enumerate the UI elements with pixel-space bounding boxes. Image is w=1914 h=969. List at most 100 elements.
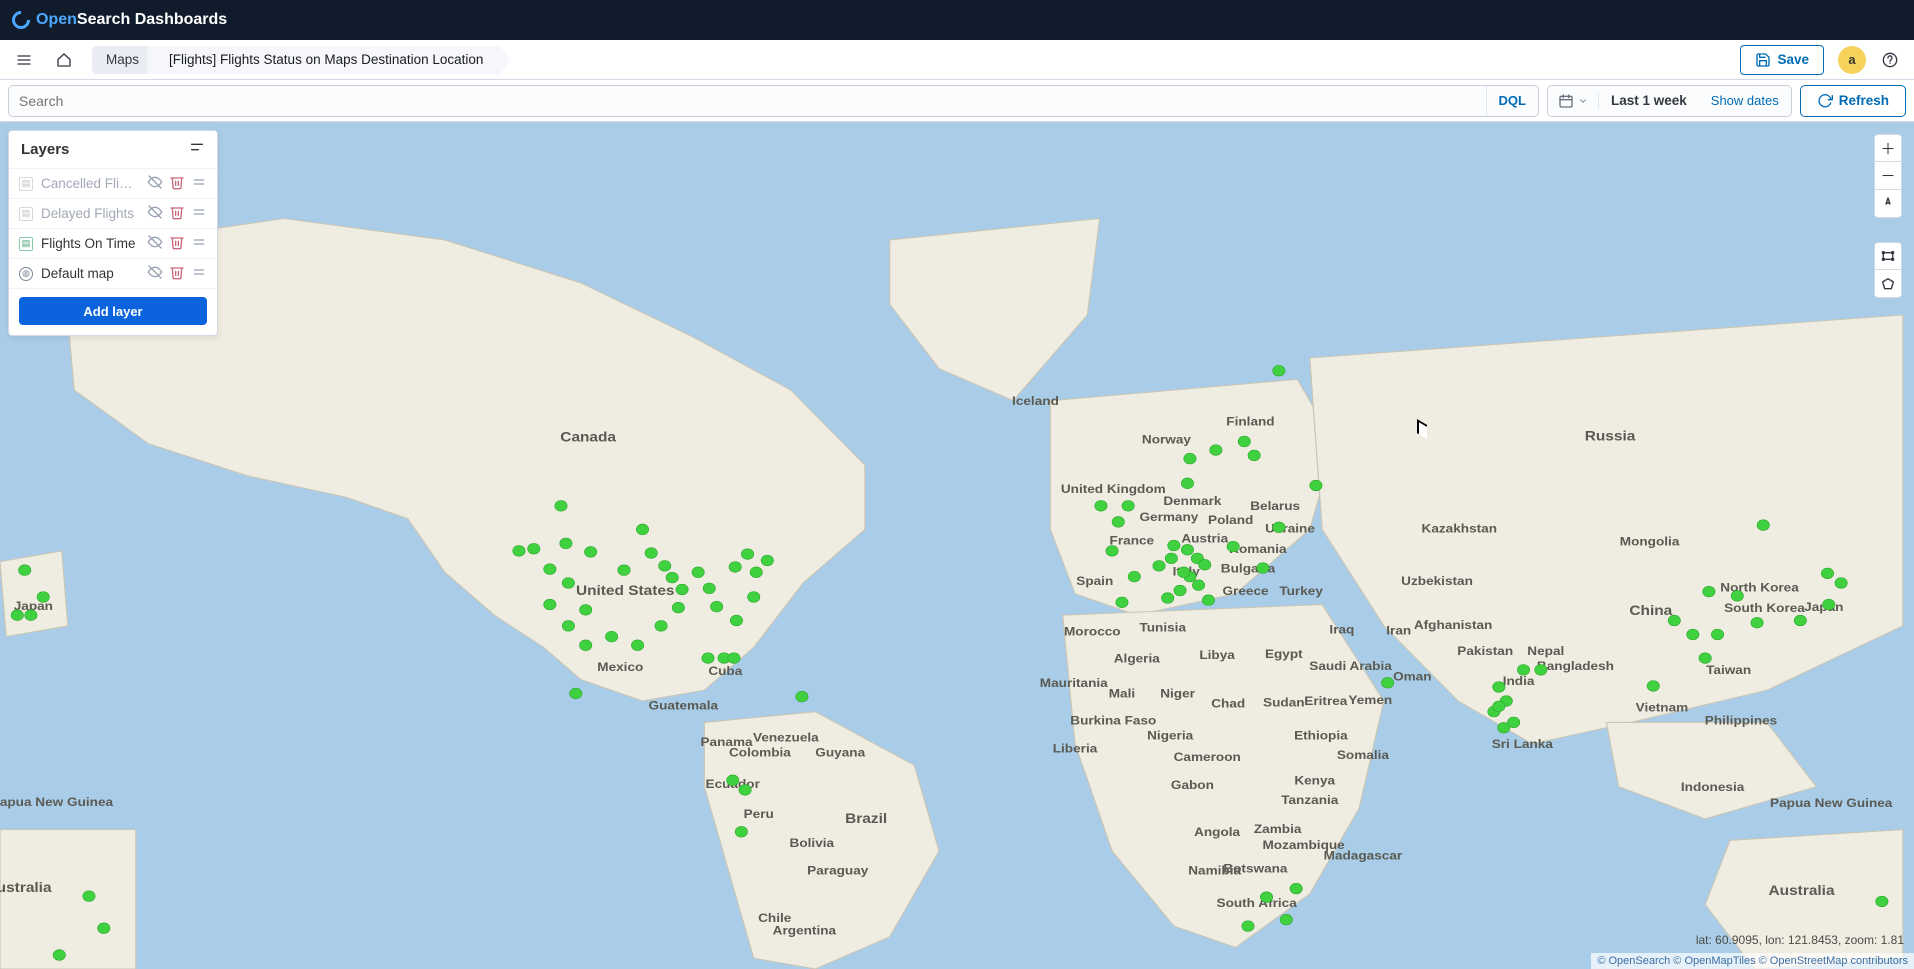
flight-point[interactable] [584, 547, 596, 558]
date-picker[interactable]: Last 1 week Show dates [1547, 85, 1792, 117]
flight-point[interactable] [1174, 585, 1186, 596]
flight-point[interactable] [1821, 568, 1833, 579]
flight-point[interactable] [37, 592, 49, 603]
flight-point[interactable] [605, 631, 617, 642]
flight-point[interactable] [1711, 629, 1723, 640]
toggle-visibility-button[interactable] [147, 234, 163, 253]
layer-row[interactable]: ◍Default map [9, 259, 217, 289]
flight-point[interactable] [1535, 665, 1547, 676]
flight-point[interactable] [1835, 578, 1847, 589]
flight-point[interactable] [636, 524, 648, 535]
flight-point[interactable] [729, 562, 741, 573]
flight-point[interactable] [570, 688, 582, 699]
flight-point[interactable] [728, 653, 740, 664]
flight-point[interactable] [555, 500, 567, 511]
flight-point[interactable] [703, 583, 715, 594]
zoom-in-button[interactable]: ＋ [1874, 134, 1902, 162]
flight-point[interactable] [735, 826, 747, 837]
drag-handle[interactable] [191, 264, 207, 283]
brand-logo[interactable]: OpenSearch Dashboards [12, 11, 227, 29]
flight-point[interactable] [618, 565, 630, 576]
delete-layer-button[interactable] [169, 174, 185, 193]
show-dates-link[interactable]: Show dates [1699, 93, 1791, 108]
search-box[interactable]: DQL [8, 85, 1539, 117]
flight-point[interactable] [739, 785, 751, 796]
reset-bearing-button[interactable] [1874, 190, 1902, 218]
flight-point[interactable] [1161, 593, 1173, 604]
flight-point[interactable] [1128, 571, 1140, 582]
date-range-label[interactable]: Last 1 week [1599, 93, 1699, 108]
flight-point[interactable] [580, 604, 592, 615]
zoom-out-button[interactable]: － [1874, 162, 1902, 190]
flight-point[interactable] [580, 640, 592, 651]
flight-point[interactable] [1794, 615, 1806, 626]
flight-point[interactable] [544, 599, 556, 610]
flight-point[interactable] [741, 549, 753, 560]
flight-point[interactable] [1165, 553, 1177, 564]
flight-point[interactable] [560, 538, 572, 549]
layers-collapse-button[interactable] [189, 139, 205, 160]
flight-point[interactable] [11, 610, 23, 621]
flight-point[interactable] [562, 578, 574, 589]
flight-point[interactable] [1181, 478, 1193, 489]
delete-layer-button[interactable] [169, 234, 185, 253]
flight-point[interactable] [1668, 615, 1680, 626]
flight-point[interactable] [1199, 559, 1211, 570]
flight-point[interactable] [1757, 520, 1769, 531]
flight-point[interactable] [1168, 540, 1180, 551]
flight-point[interactable] [631, 640, 643, 651]
flight-point[interactable] [53, 950, 65, 961]
flight-point[interactable] [761, 555, 773, 566]
flight-point[interactable] [1703, 586, 1715, 597]
flight-point[interactable] [1227, 541, 1239, 552]
flight-point[interactable] [1106, 546, 1118, 557]
flight-point[interactable] [666, 572, 678, 583]
layer-row[interactable]: ▤Flights On Time [9, 229, 217, 259]
flight-point[interactable] [25, 610, 37, 621]
flight-point[interactable] [1178, 567, 1190, 578]
flight-point[interactable] [659, 561, 671, 572]
flight-point[interactable] [1122, 500, 1134, 511]
flight-point[interactable] [1210, 445, 1222, 456]
flight-point[interactable] [1192, 580, 1204, 591]
flight-point[interactable] [1310, 480, 1322, 491]
save-button[interactable]: Save [1740, 45, 1824, 75]
flight-point[interactable] [1731, 591, 1743, 602]
flight-point[interactable] [528, 543, 540, 554]
flight-point[interactable] [1273, 522, 1285, 533]
add-layer-button[interactable]: Add layer [19, 297, 207, 325]
flight-point[interactable] [1517, 665, 1529, 676]
flight-point[interactable] [672, 602, 684, 613]
flight-point[interactable] [1687, 629, 1699, 640]
dql-toggle[interactable]: DQL [1486, 86, 1538, 116]
flight-point[interactable] [1153, 561, 1165, 572]
flight-point[interactable] [1493, 701, 1505, 712]
layer-row[interactable]: ▤Cancelled Flights [9, 169, 217, 199]
draw-rectangle-button[interactable] [1874, 242, 1902, 270]
delete-layer-button[interactable] [169, 264, 185, 283]
delete-layer-button[interactable] [169, 204, 185, 223]
flight-point[interactable] [1202, 595, 1214, 606]
flight-point[interactable] [645, 548, 657, 559]
date-quick-button[interactable] [1548, 93, 1599, 109]
flight-point[interactable] [1242, 921, 1254, 932]
flight-point[interactable] [1647, 681, 1659, 692]
flight-point[interactable] [1381, 677, 1393, 688]
draw-polygon-button[interactable] [1874, 270, 1902, 298]
flight-point[interactable] [562, 621, 574, 632]
flight-point[interactable] [1116, 597, 1128, 608]
flight-point[interactable] [748, 592, 760, 603]
user-avatar[interactable]: a [1838, 46, 1866, 74]
layer-row[interactable]: ▤Delayed Flights [9, 199, 217, 229]
flight-point[interactable] [98, 923, 110, 934]
flight-point[interactable] [702, 653, 714, 664]
flight-point[interactable] [1823, 599, 1835, 610]
flight-point[interactable] [1238, 436, 1250, 447]
flight-point[interactable] [796, 691, 808, 702]
flight-point[interactable] [83, 891, 95, 902]
flight-point[interactable] [692, 567, 704, 578]
map-canvas[interactable]: CanadaIcelandNorwayFinlandRussiaUnited K… [0, 122, 1914, 969]
flight-point[interactable] [513, 546, 525, 557]
flight-point[interactable] [1260, 892, 1272, 903]
flight-point[interactable] [1280, 914, 1292, 925]
